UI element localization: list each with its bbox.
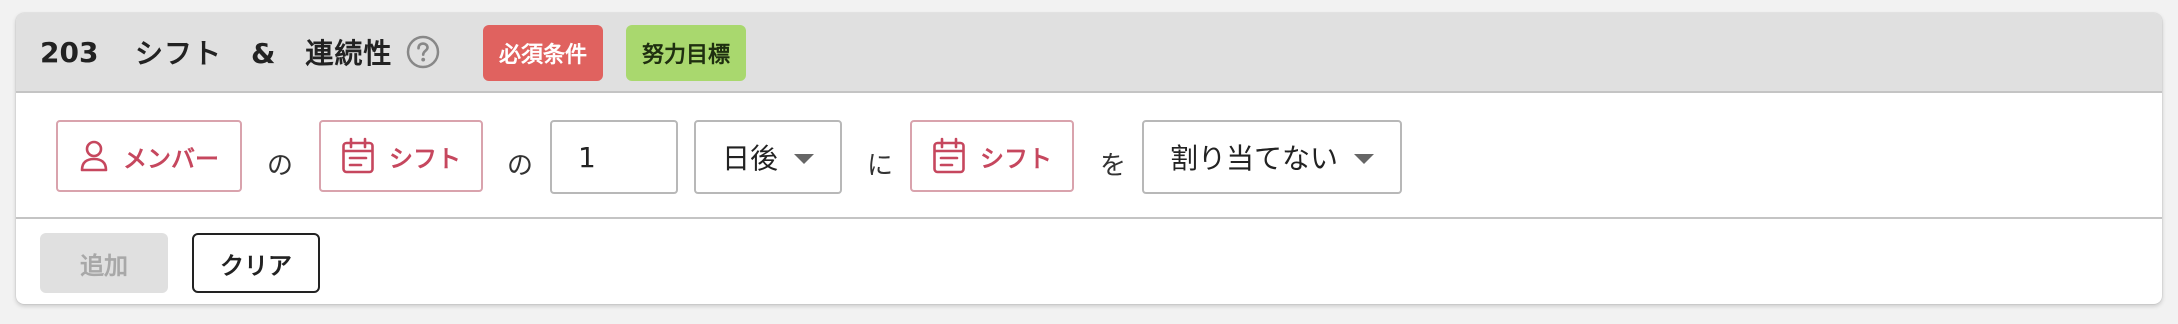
person-icon: [80, 140, 108, 172]
member-chip-label: メンバー: [123, 144, 219, 173]
day-offset-select-value: 日後: [722, 142, 779, 175]
days-input[interactable]: 1: [550, 120, 678, 194]
calendar-icon: [342, 137, 374, 174]
shift-chip-label: シフト: [980, 144, 1052, 173]
shift-chip-2[interactable]: シフト: [910, 120, 1074, 192]
member-chip[interactable]: メンバー: [56, 120, 242, 192]
joiner-text: に: [867, 151, 894, 181]
question-circle-icon[interactable]: [406, 35, 440, 69]
chevron-down-icon: [794, 154, 814, 164]
joiner-text: を: [1100, 151, 1127, 181]
add-button[interactable]: 追加: [40, 233, 168, 293]
effort-badge: 努力目標: [626, 25, 746, 81]
constraint-card: 203 シフト & 連続性 必須条件 努力目標 メンバー の シフト の 1 日…: [16, 13, 2162, 304]
card-footer: 追加 クリア: [16, 221, 2162, 304]
clear-button[interactable]: クリア: [192, 233, 320, 293]
chevron-down-icon: [1354, 154, 1374, 164]
constraint-number: 203: [40, 35, 99, 69]
card-header: 203 シフト & 連続性 必須条件 努力目標: [16, 13, 2162, 93]
joiner-text: の: [507, 151, 534, 181]
joiner-text: の: [267, 151, 294, 181]
calendar-icon: [933, 137, 965, 174]
constraint-title: シフト & 連続性: [135, 37, 393, 70]
day-offset-select[interactable]: 日後: [694, 120, 842, 194]
shift-chip-1[interactable]: シフト: [319, 120, 483, 192]
days-input-value: 1: [578, 140, 596, 174]
assign-select-value: 割り当てない: [1170, 142, 1339, 175]
rule-builder-row: メンバー の シフト の 1 日後 に シフト を 割り当てない: [16, 95, 2162, 219]
shift-chip-label: シフト: [389, 144, 461, 173]
required-badge: 必須条件: [483, 25, 603, 81]
assign-select[interactable]: 割り当てない: [1142, 120, 1402, 194]
